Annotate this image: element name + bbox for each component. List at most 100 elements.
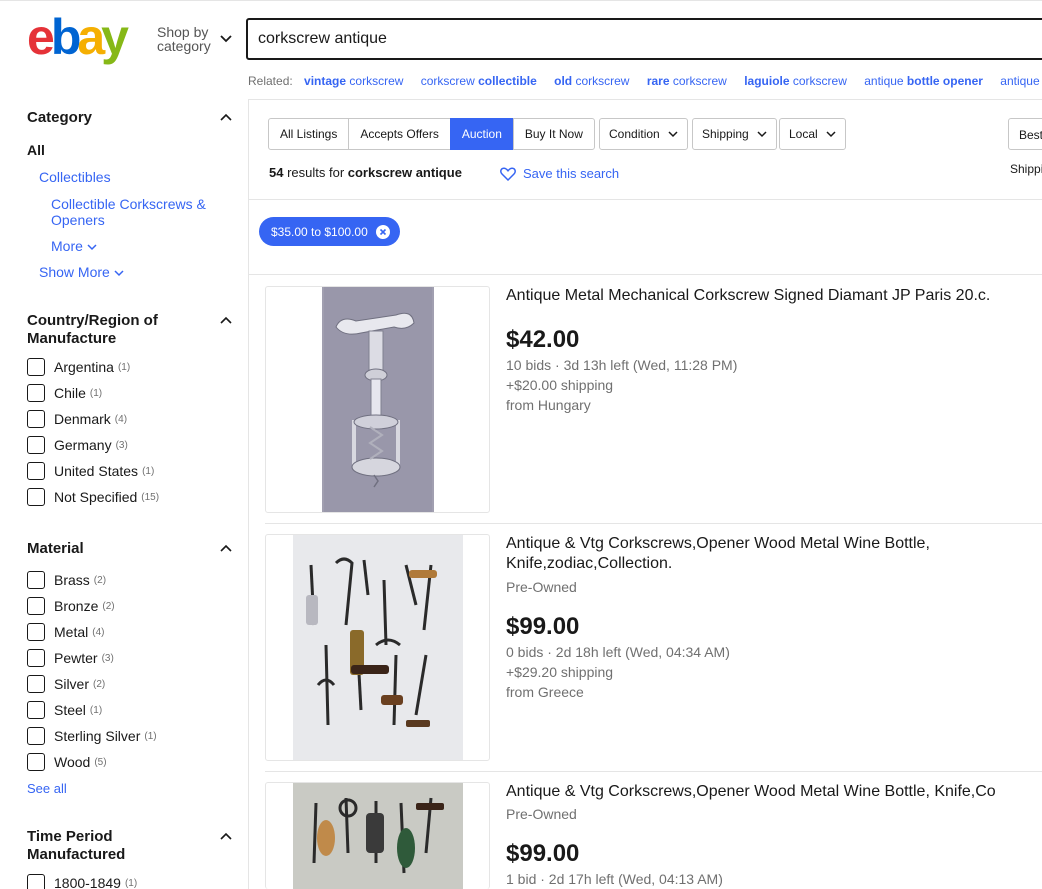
filter-option-germany[interactable]: Germany (3) <box>27 435 128 455</box>
chevron-down-icon <box>668 130 678 137</box>
checkbox[interactable] <box>27 358 45 376</box>
shipping-dropdown[interactable]: Shipping <box>692 118 777 150</box>
filter-option-not-specified[interactable]: Not Specified (15) <box>27 487 159 507</box>
filter-option-wood[interactable]: Wood (5) <box>27 752 107 772</box>
filter-option-1800-1849[interactable]: 1800-1849 (1) <box>27 873 137 889</box>
close-circle-icon[interactable] <box>375 224 390 239</box>
checkbox[interactable] <box>27 623 45 641</box>
listing-price: $99.00 <box>506 840 580 867</box>
related-link-rare[interactable]: rare corkscrew <box>647 74 727 88</box>
corkscrew-collection-image <box>293 535 463 760</box>
related-link-bottle-opener[interactable]: antique bottle opener <box>864 74 983 88</box>
divider <box>265 771 1042 772</box>
listing-type-tabs: All Listings Accepts Offers Auction Buy … <box>268 118 595 150</box>
related-link-collectible[interactable]: corkscrew collectible <box>421 74 537 88</box>
chevron-up-icon[interactable] <box>220 832 232 840</box>
material-see-all-link[interactable]: See all <box>27 781 67 796</box>
listing-shipping: +$20.00 shipping <box>506 377 614 393</box>
filter-option-chile[interactable]: Chile (1) <box>27 383 102 403</box>
divider <box>249 199 1042 200</box>
checkbox[interactable] <box>27 462 45 480</box>
related-link-laguiole[interactable]: laguiole corkscrew <box>744 74 847 88</box>
listing-price: $42.00 <box>506 326 580 353</box>
local-dropdown[interactable]: Local <box>779 118 846 150</box>
chevron-down-icon <box>757 130 767 137</box>
filter-option-denmark[interactable]: Denmark (4) <box>27 409 127 429</box>
listing-shipping: +$29.20 shipping <box>506 664 614 680</box>
checkbox[interactable] <box>27 597 45 615</box>
filter-sidebar: Category All Collectibles Collectible Co… <box>0 0 248 889</box>
checkbox[interactable] <box>27 571 45 589</box>
checkbox[interactable] <box>27 384 45 402</box>
results-count: 54 results for corkscrew antique <box>269 165 462 180</box>
material-heading[interactable]: Material <box>27 540 197 558</box>
chevron-down-icon <box>826 130 836 137</box>
filter-option-metal[interactable]: Metal (4) <box>27 622 104 642</box>
filter-option-silver[interactable]: Silver (2) <box>27 674 105 694</box>
country-heading[interactable]: Country/Region of Manufacture <box>27 312 197 348</box>
filter-option-bronze[interactable]: Bronze (2) <box>27 596 115 616</box>
chevron-down-icon <box>87 244 97 251</box>
listing-bids-time: 10 bids · 3d 13h left (Wed, 11:28 PM) <box>506 357 738 373</box>
tab-accepts-offers[interactable]: Accepts Offers <box>348 118 451 150</box>
tab-buy-it-now[interactable]: Buy It Now <box>512 118 595 150</box>
condition-dropdown[interactable]: Condition <box>599 118 688 150</box>
filter-option-united-states[interactable]: United States (1) <box>27 461 154 481</box>
tab-auction[interactable]: Auction <box>449 118 514 150</box>
category-collectibles[interactable]: Collectibles <box>39 169 111 185</box>
filter-option-steel[interactable]: Steel (1) <box>27 700 102 720</box>
related-searches: Related: vintage corkscrew corkscrew col… <box>248 74 1042 88</box>
checkbox[interactable] <box>27 488 45 506</box>
listing-title[interactable]: Antique Metal Mechanical Corkscrew Signe… <box>506 286 1042 306</box>
checkbox[interactable] <box>27 701 45 719</box>
listing-bids-time: 1 bid · 2d 17h left (Wed, 04:13 AM) <box>506 871 723 887</box>
category-show-more-button[interactable]: Show More <box>39 264 124 280</box>
chevron-up-icon[interactable] <box>220 544 232 552</box>
ship-to-selector[interactable]: Shippi <box>1010 162 1042 176</box>
search-input[interactable] <box>258 30 958 48</box>
checkbox[interactable] <box>27 727 45 745</box>
filter-option-brass[interactable]: Brass (2) <box>27 570 106 590</box>
chevron-up-icon[interactable] <box>220 316 232 324</box>
chevron-up-icon[interactable] <box>220 113 232 121</box>
listing-price: $99.00 <box>506 613 580 640</box>
search-box[interactable] <box>246 18 1042 60</box>
checkbox[interactable] <box>27 410 45 428</box>
category-all[interactable]: All <box>27 142 45 158</box>
price-filter-chip[interactable]: $35.00 to $100.00 <box>259 217 400 246</box>
corkscrew-image <box>322 287 434 512</box>
heart-icon <box>500 167 516 181</box>
filter-option-sterling-silver[interactable]: Sterling Silver (1) <box>27 726 157 746</box>
listing-image[interactable] <box>265 782 490 889</box>
tab-all-listings[interactable]: All Listings <box>268 118 350 150</box>
listing-image[interactable] <box>265 286 490 513</box>
save-search-button[interactable]: Save this search <box>500 166 619 181</box>
listing-location: from Greece <box>506 684 584 700</box>
checkbox[interactable] <box>27 436 45 454</box>
listing-condition: Pre-Owned <box>506 579 577 595</box>
related-link-vintage[interactable]: vintage corkscrew <box>304 74 403 88</box>
listing-title[interactable]: Antique & Vtg Corkscrews,Opener Wood Met… <box>506 534 1042 574</box>
time-period-heading[interactable]: Time Period Manufactured <box>27 828 197 864</box>
category-more-button[interactable]: More <box>51 238 97 254</box>
checkbox[interactable] <box>27 675 45 693</box>
checkbox[interactable] <box>27 874 45 889</box>
category-collectible-corkscrews[interactable]: Collectible Corkscrews & Openers <box>51 196 206 228</box>
listing-image[interactable] <box>265 534 490 761</box>
checkbox[interactable] <box>27 753 45 771</box>
sort-dropdown[interactable]: Best <box>1008 118 1042 150</box>
listing-title[interactable]: Antique & Vtg Corkscrews,Opener Wood Met… <box>506 782 1042 802</box>
filter-option-pewter[interactable]: Pewter (3) <box>27 648 114 668</box>
listing-bids-time: 0 bids · 2d 18h left (Wed, 04:34 AM) <box>506 644 730 660</box>
related-label: Related: <box>248 74 293 88</box>
related-link-antique-corkscrew[interactable]: antique cor <box>1000 74 1042 88</box>
listing-location: from Hungary <box>506 397 591 413</box>
checkbox[interactable] <box>27 649 45 667</box>
related-link-old[interactable]: old corkscrew <box>554 74 629 88</box>
divider <box>249 274 1042 275</box>
chevron-down-icon <box>114 270 124 277</box>
category-heading[interactable]: Category <box>27 109 197 127</box>
listing-condition: Pre-Owned <box>506 806 577 822</box>
filter-option-argentina[interactable]: Argentina (1) <box>27 357 130 377</box>
corkscrew-collection-image <box>293 783 463 889</box>
